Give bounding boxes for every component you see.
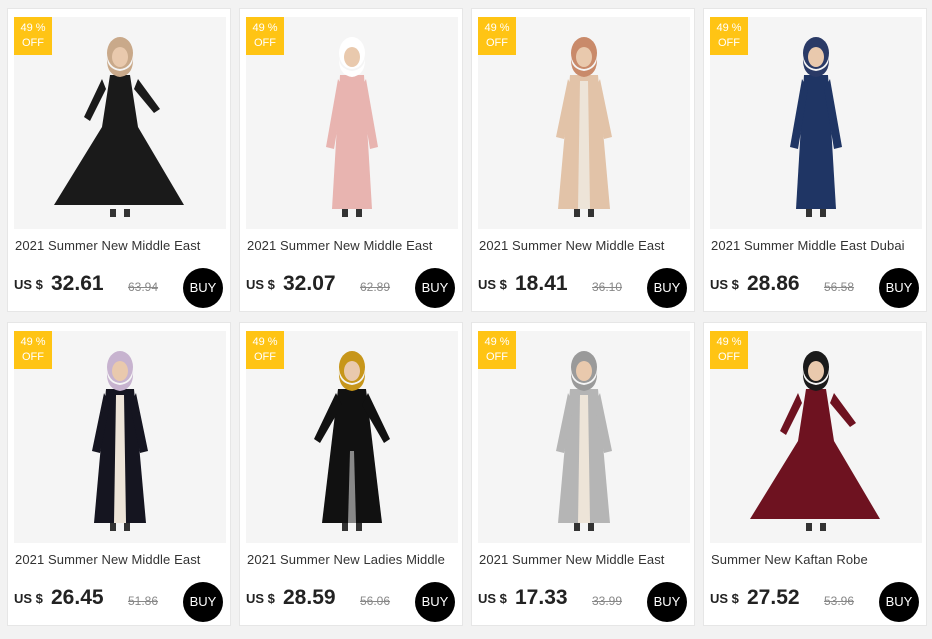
discount-percent: 49 % — [716, 22, 742, 34]
original-price: 51.86 — [128, 594, 159, 608]
discount-percent: 49 % — [252, 336, 278, 348]
discount-off-label: OFF — [718, 37, 740, 49]
product-price: 28.59 — [283, 586, 336, 609]
product-price: 18.41 — [515, 272, 568, 295]
currency-label: US $ — [710, 591, 739, 606]
original-price: 62.89 — [360, 280, 391, 294]
original-price: 53.96 — [824, 594, 855, 608]
discount-percent: 49 % — [716, 336, 742, 348]
product-title[interactable]: 2021 Summer New Middle East — [479, 238, 691, 253]
original-price: 36.10 — [592, 280, 623, 294]
currency-label: US $ — [246, 277, 275, 292]
discount-badge: 49 % OFF — [478, 331, 516, 369]
product-card[interactable]: 49 % OFF 2021 Summer New Middle East US … — [239, 8, 463, 312]
product-card[interactable]: 49 % OFF Summer New Kaftan Robe US $ 27.… — [703, 322, 927, 626]
discount-badge: 49 % OFF — [14, 17, 52, 55]
buy-button[interactable]: BUY — [415, 268, 455, 308]
discount-off-label: OFF — [486, 351, 508, 363]
product-card[interactable]: 49 % OFF 2021 Summer Middle East Dubai U… — [703, 8, 927, 312]
currency-label: US $ — [246, 591, 275, 606]
discount-percent: 49 % — [252, 22, 278, 34]
product-title[interactable]: Summer New Kaftan Robe — [711, 552, 923, 567]
product-price: 32.07 — [283, 272, 336, 295]
product-card[interactable]: 49 % OFF 2021 Summer New Middle East US … — [7, 322, 231, 626]
buy-button[interactable]: BUY — [415, 582, 455, 622]
original-price: 56.58 — [824, 280, 855, 294]
product-title[interactable]: 2021 Summer New Middle East — [15, 552, 227, 567]
buy-button[interactable]: BUY — [647, 582, 687, 622]
currency-label: US $ — [478, 277, 507, 292]
buy-button[interactable]: BUY — [879, 268, 919, 308]
product-card[interactable]: 49 % OFF 2021 Summer New Middle East US … — [7, 8, 231, 312]
currency-label: US $ — [14, 277, 43, 292]
discount-off-label: OFF — [486, 37, 508, 49]
product-title[interactable]: 2021 Summer New Middle East — [15, 238, 227, 253]
product-title[interactable]: 2021 Summer New Ladies Middle — [247, 552, 459, 567]
product-card[interactable]: 49 % OFF 2021 Summer New Middle East US … — [471, 322, 695, 626]
original-price: 63.94 — [128, 280, 159, 294]
product-price: 27.52 — [747, 586, 800, 609]
discount-percent: 49 % — [20, 336, 46, 348]
product-price: 32.61 — [51, 272, 104, 295]
original-price: 56.06 — [360, 594, 391, 608]
product-price: 26.45 — [51, 586, 104, 609]
discount-badge: 49 % OFF — [246, 17, 284, 55]
discount-badge: 49 % OFF — [710, 331, 748, 369]
product-card[interactable]: 49 % OFF 2021 Summer New Middle East US … — [471, 8, 695, 312]
discount-off-label: OFF — [22, 351, 44, 363]
discount-badge: 49 % OFF — [478, 17, 516, 55]
currency-label: US $ — [478, 591, 507, 606]
discount-badge: 49 % OFF — [14, 331, 52, 369]
discount-off-label: OFF — [254, 37, 276, 49]
currency-label: US $ — [14, 591, 43, 606]
discount-percent: 49 % — [20, 22, 46, 34]
buy-button[interactable]: BUY — [183, 268, 223, 308]
discount-off-label: OFF — [22, 37, 44, 49]
product-title[interactable]: 2021 Summer New Middle East — [479, 552, 691, 567]
product-grid: 49 % OFF 2021 Summer New Middle East US … — [0, 0, 932, 639]
discount-off-label: OFF — [254, 351, 276, 363]
product-title[interactable]: 2021 Summer Middle East Dubai — [711, 238, 923, 253]
currency-label: US $ — [710, 277, 739, 292]
product-price: 28.86 — [747, 272, 800, 295]
product-title[interactable]: 2021 Summer New Middle East — [247, 238, 459, 253]
buy-button[interactable]: BUY — [879, 582, 919, 622]
discount-badge: 49 % OFF — [246, 331, 284, 369]
product-card[interactable]: 49 % OFF 2021 Summer New Ladies Middle U… — [239, 322, 463, 626]
discount-off-label: OFF — [718, 351, 740, 363]
discount-percent: 49 % — [484, 22, 510, 34]
product-price: 17.33 — [515, 586, 568, 609]
discount-badge: 49 % OFF — [710, 17, 748, 55]
buy-button[interactable]: BUY — [647, 268, 687, 308]
buy-button[interactable]: BUY — [183, 582, 223, 622]
discount-percent: 49 % — [484, 336, 510, 348]
original-price: 33.99 — [592, 594, 623, 608]
